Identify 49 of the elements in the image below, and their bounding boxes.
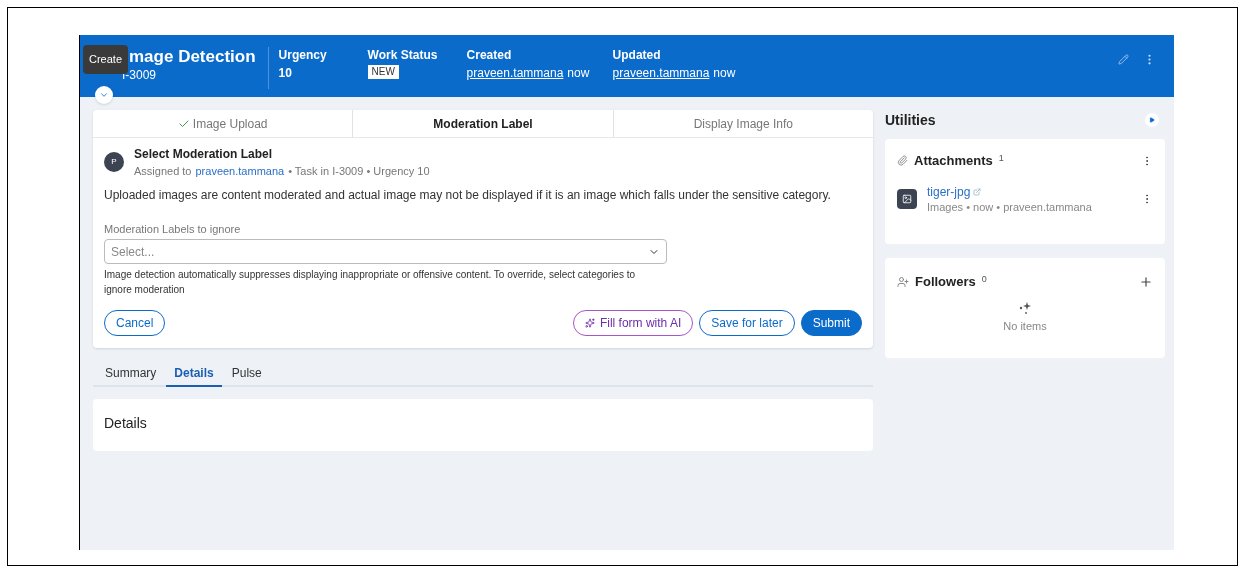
- action-button[interactable]: Cancel: [104, 310, 166, 336]
- field-label: Updated: [612, 47, 662, 64]
- assigned-label: Assigned to: [134, 164, 192, 179]
- file-meta: Images • now • praveen.tammana: [927, 199, 1092, 214]
- add-user-icon: [897, 275, 909, 288]
- field-value: 10: [278, 65, 293, 82]
- action-button[interactable]: Save for later: [699, 310, 795, 336]
- count: 1: [998, 152, 1004, 165]
- user-link[interactable]: praveen.tammana: [466, 64, 564, 82]
- task-description: Uploaded images are content moderated and actual image may not be displayed if it is an image which falls under the sensitive category.: [104, 187, 832, 204]
- caret-icon: [99, 90, 109, 100]
- card-title: Followers: [915, 273, 976, 291]
- tab[interactable]: Details: [166, 364, 222, 387]
- utilities-title: Utilities: [885, 110, 936, 130]
- action-button[interactable]: Submit: [800, 310, 862, 336]
- paperclip-icon: [897, 155, 908, 167]
- expand-button[interactable]: [95, 86, 113, 104]
- play-icon: [1149, 117, 1155, 123]
- tab[interactable]: Pulse: [223, 364, 270, 387]
- step-tab[interactable]: Image Upload: [93, 110, 354, 137]
- add-icon[interactable]: [1139, 274, 1153, 289]
- select-field[interactable]: Select...: [104, 239, 667, 264]
- status-badge: NEW: [367, 65, 399, 79]
- task-title: Select Moderation Label: [134, 146, 274, 163]
- tab[interactable]: Summary: [97, 364, 165, 387]
- tooltip: Create: [83, 45, 129, 74]
- count: 0: [981, 273, 987, 286]
- collapse-button[interactable]: [1145, 113, 1159, 127]
- sparkle-icon: [584, 318, 595, 328]
- image-file-icon: [897, 189, 917, 209]
- card-title: Attachments: [914, 152, 993, 170]
- avatar: P: [104, 152, 124, 172]
- select-input[interactable]: Select...: [111, 242, 648, 261]
- user-link[interactable]: praveen.tammana: [612, 64, 710, 82]
- help-text: Image detection automatically suppresses displaying inappropriate or offensive content. To override, select categories to ignore moderation: [104, 268, 637, 297]
- file-link[interactable]: tiger-jpg: [927, 184, 971, 200]
- details-title: Details: [104, 415, 147, 431]
- field-label: Urgency: [278, 47, 328, 64]
- timestamp: now: [713, 65, 736, 82]
- timestamp: now: [567, 65, 590, 82]
- step-tab[interactable]: Moderation Label: [353, 110, 614, 137]
- step-tab[interactable]: Display Image Info: [613, 110, 873, 137]
- empty-text: No items: [1003, 318, 1047, 334]
- field-label: Created: [466, 47, 513, 64]
- field-label: Work Status: [367, 47, 439, 64]
- task-meta: • Task in I-3009 • Urgency 10: [288, 164, 430, 179]
- assignee-link[interactable]: praveen.tammana: [195, 163, 285, 179]
- field-label: Moderation Labels to ignore: [104, 222, 242, 237]
- ai-fill-button[interactable]: Fill form with AI: [572, 310, 694, 336]
